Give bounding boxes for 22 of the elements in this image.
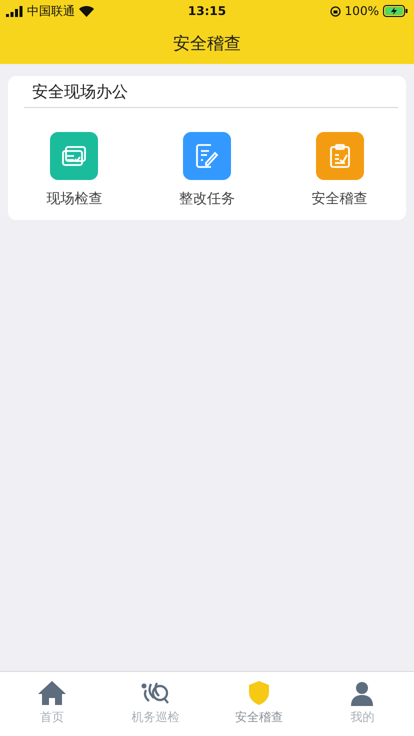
tab-item[interactable]: 机务巡检: [104, 672, 207, 736]
feature-button[interactable]: 安全稽查: [273, 132, 406, 208]
battery-percent: 100%: [344, 4, 379, 18]
section-title: 安全现场办公: [31, 81, 129, 103]
cards-icon: [61, 145, 88, 167]
tab-item[interactable]: 首页: [0, 672, 104, 736]
feature-button[interactable]: 现场检查: [8, 132, 141, 208]
edit-icon: [194, 143, 219, 169]
clipboard-icon: [328, 143, 351, 169]
header-title: 安全稽查: [173, 32, 241, 54]
tab-item[interactable]: 我的: [310, 672, 414, 736]
wifi-icon: [79, 6, 94, 16]
status-time: 13:15: [188, 4, 226, 18]
radar-search-icon: [140, 680, 170, 706]
battery-icon: [382, 5, 408, 17]
rotation-lock-icon: [330, 6, 341, 16]
tab-item[interactable]: 安全稽查: [207, 672, 310, 736]
signal-icon: [6, 6, 23, 16]
person-icon: [349, 680, 376, 706]
carrier-name: 中国联通: [27, 2, 75, 20]
feature-button[interactable]: 整改任务: [140, 132, 274, 208]
home-icon: [36, 680, 67, 706]
